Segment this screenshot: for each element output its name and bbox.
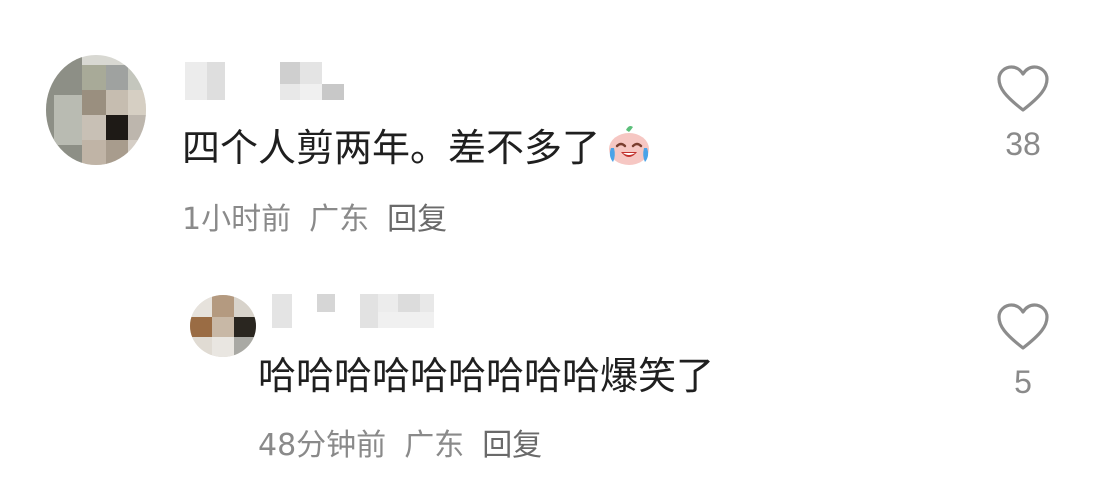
like-count: 38 (1005, 126, 1041, 162)
like-count: 5 (1014, 364, 1032, 400)
like-button[interactable]: 5 (983, 302, 1063, 401)
comment-meta: 1小时前 广东 回复 (182, 194, 465, 238)
heart-outline-icon (997, 65, 1049, 112)
comment-text: 四个人剪两年。差不多了 (182, 124, 652, 177)
username-redacted[interactable] (272, 294, 462, 330)
avatar[interactable] (46, 55, 146, 165)
heart-outline-icon (997, 303, 1049, 350)
comment-time: 1小时前 (182, 202, 292, 237)
reply-location: 广东 (404, 428, 465, 463)
reply-text: 哈哈哈哈哈哈哈哈哈爆笑了 (258, 354, 715, 398)
reply-button[interactable]: 回复 (387, 194, 447, 238)
reply-button[interactable]: 回复 (482, 420, 542, 464)
reply-time: 48分钟前 (258, 428, 387, 463)
username-redacted[interactable] (185, 62, 360, 102)
comment-body: 四个人剪两年。差不多了 (182, 126, 601, 170)
avatar[interactable] (190, 295, 256, 357)
comment-location: 广东 (309, 202, 370, 237)
crying-laughing-icon (606, 124, 652, 177)
reply-meta: 48分钟前 广东 回复 (258, 420, 560, 464)
like-button[interactable]: 38 (983, 64, 1063, 163)
